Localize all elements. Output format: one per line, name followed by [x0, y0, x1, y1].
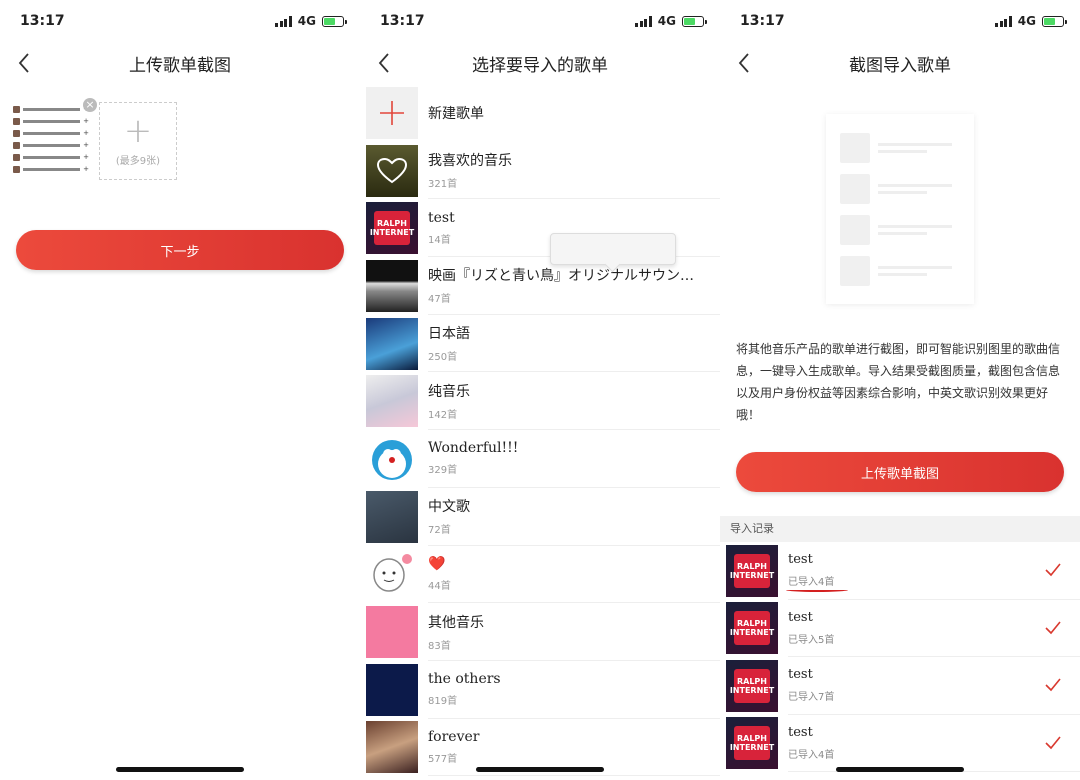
playlist-cover	[366, 663, 418, 716]
import-records-list: RALPH INTERNET test 已导入4首 RALPH INTERNET t…	[720, 542, 1080, 772]
status-bar: 13:17 4G	[360, 0, 720, 42]
screenshot-thumbnail[interactable]: + + + + + + ×	[13, 98, 97, 182]
playlist-cover	[366, 432, 418, 485]
battery-icon	[682, 15, 707, 27]
page-title: 上传歌单截图	[129, 55, 231, 76]
import-record-item[interactable]: RALPH INTERNET test 已导入7首	[720, 657, 1080, 715]
navbar: 选择要导入的歌单	[360, 42, 720, 84]
next-button[interactable]: 下一步	[16, 230, 344, 270]
playlist-item[interactable]: 纯音乐 142首	[366, 372, 720, 431]
record-cover: RALPH INTERNET	[726, 717, 778, 770]
record-cover: RALPH INTERNET	[726, 602, 778, 655]
playlist-cover	[366, 317, 418, 370]
checkmark-icon	[1045, 621, 1061, 634]
illustration	[826, 114, 974, 304]
playlist-cover: RALPH INTERNET	[366, 202, 418, 255]
upload-screenshot-button[interactable]: 上传歌单截图	[736, 452, 1064, 492]
status-time: 13:17	[740, 13, 785, 29]
add-hint: (最多9张)	[115, 155, 161, 167]
page-title: 选择要导入的歌单	[472, 55, 608, 76]
home-indicator	[476, 767, 604, 772]
record-cover: RALPH INTERNET	[726, 544, 778, 597]
signal-icon	[635, 15, 652, 27]
network-label: 4G	[1017, 14, 1036, 28]
playlist-item[interactable]: 日本語 250首	[366, 315, 720, 373]
status-bar: 13:17 4G	[720, 0, 1080, 42]
playlist-cover	[366, 606, 418, 659]
records-header: 导入记录	[720, 516, 1080, 542]
checkmark-icon	[1045, 678, 1061, 692]
playlist-item[interactable]: 中文歌 72首	[366, 488, 720, 546]
playlist-cover	[366, 259, 418, 312]
playlist-list: 新建歌单 我喜欢的音乐 321首 RALPH INTERNET test 14首 映画…	[360, 84, 720, 777]
import-record-item[interactable]: RALPH INTERNET test 已导入5首	[720, 600, 1080, 657]
signal-icon	[995, 15, 1012, 27]
status-time: 13:17	[380, 13, 425, 29]
home-indicator	[116, 767, 244, 772]
playlist-item[interactable]: ❤️ 44首	[366, 546, 720, 604]
status-time: 13:17	[20, 13, 65, 29]
playlist-item[interactable]: 其他音乐 83首	[366, 603, 720, 661]
new-playlist-label: 新建歌单	[428, 105, 484, 122]
select-playlist-screen: 13:17 4G 选择要导入的歌单 新建歌单 我喜欢的音乐 321首 RALPH…	[360, 0, 720, 780]
screenshot-import-screen: 13:17 4G 截图导入歌单 将其他音乐产品的歌单进行截图，即可智能识别图里的…	[720, 0, 1080, 780]
signal-icon	[275, 15, 292, 27]
import-record-item[interactable]: RALPH INTERNET test 已导入4首	[720, 542, 1080, 600]
navbar: 截图导入歌单	[720, 42, 1080, 84]
playlist-cover	[366, 375, 418, 428]
new-playlist-item[interactable]: 新建歌单	[366, 84, 720, 142]
record-cover: RALPH INTERNET	[726, 659, 778, 712]
playlist-item[interactable]: 我喜欢的音乐 321首	[366, 142, 720, 200]
playlist-item[interactable]: 映画『リズと青い鳥』オリジナルサウン… 47首	[366, 257, 720, 315]
plus-icon: +	[123, 110, 153, 151]
playlist-item[interactable]: the others 819首	[366, 661, 720, 719]
network-label: 4G	[657, 14, 676, 28]
plus-icon	[366, 86, 418, 139]
back-icon[interactable]	[730, 49, 758, 77]
navbar: 上传歌单截图	[0, 42, 360, 84]
back-icon[interactable]	[10, 49, 38, 77]
playlist-cover	[366, 548, 418, 601]
checkmark-icon	[1045, 563, 1061, 577]
import-record-item[interactable]: RALPH INTERNET test 已导入4首	[720, 715, 1080, 772]
tooltip-popup	[550, 233, 676, 265]
import-description: 将其他音乐产品的歌单进行截图，即可智能识别图里的歌曲信息，一键导入生成歌单。导入…	[736, 342, 1061, 422]
screenshot-thumbs: + + + + + + × + (最多9张)	[0, 84, 360, 182]
upload-screenshot-screen: 13:17 4G 上传歌单截图 + + + + + + ×	[0, 0, 360, 780]
battery-icon	[1042, 15, 1067, 27]
playlist-cover	[366, 490, 418, 543]
back-icon[interactable]	[370, 49, 398, 77]
status-bar: 13:17 4G	[0, 0, 360, 42]
close-icon[interactable]: ×	[83, 98, 97, 112]
playlist-item[interactable]: Wonderful!!! 329首	[366, 430, 720, 488]
heart-icon	[366, 144, 418, 197]
network-label: 4G	[297, 14, 316, 28]
add-screenshot-button[interactable]: + (最多9张)	[99, 102, 177, 180]
annotation-underline	[786, 588, 848, 593]
page-title: 截图导入歌单	[849, 55, 951, 76]
battery-icon	[322, 15, 347, 27]
checkmark-icon	[1045, 736, 1061, 749]
playlist-cover	[366, 721, 418, 774]
home-indicator	[836, 767, 964, 772]
